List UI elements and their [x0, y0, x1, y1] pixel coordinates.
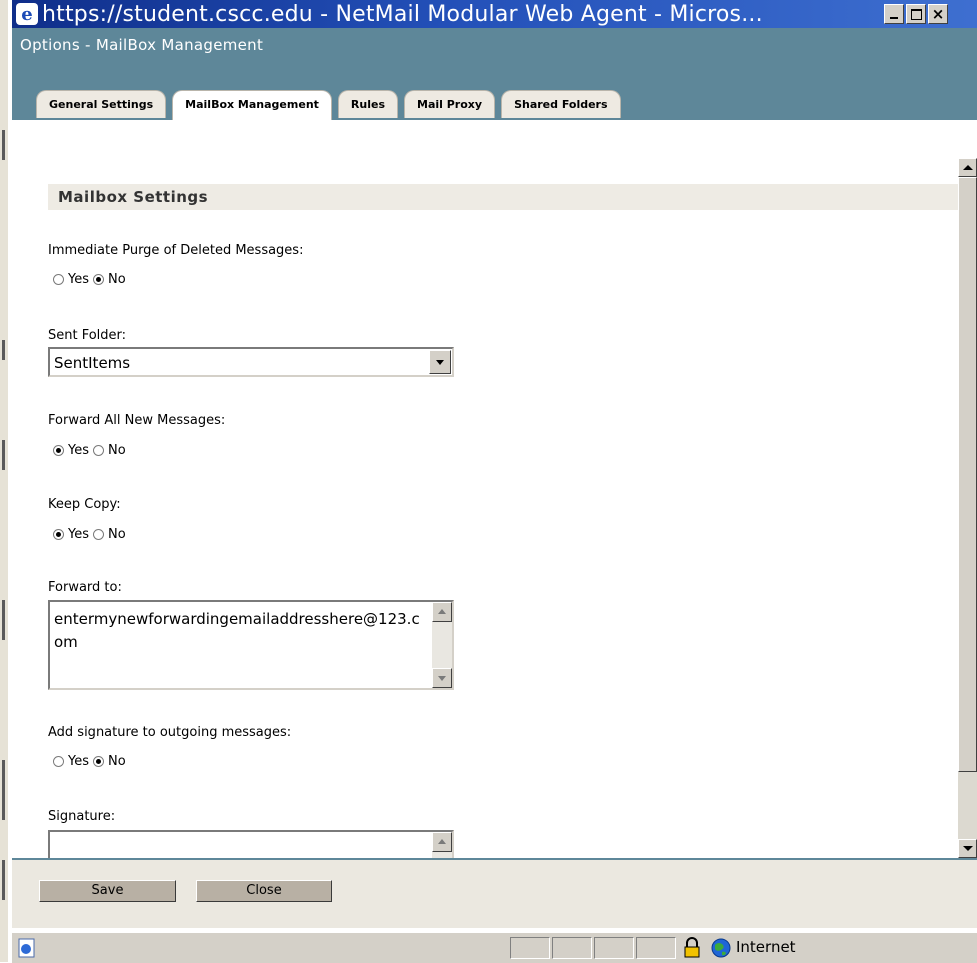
purge-label: Immediate Purge of Deleted Messages:: [48, 243, 304, 258]
options-header: Options - MailBox Management General Set…: [12, 28, 977, 120]
lock-icon: [684, 937, 700, 958]
keep-copy-no-label: No: [108, 527, 126, 542]
scroll-up-icon[interactable]: [432, 832, 452, 852]
forward-to-value: entermynewforwardingemailaddresshere@123…: [54, 610, 420, 651]
chevron-down-icon[interactable]: [429, 350, 451, 374]
purge-radio-group: Yes No: [53, 272, 130, 287]
purge-yes-radio[interactable]: [53, 274, 64, 285]
keep-copy-yes-label: Yes: [68, 527, 89, 542]
scroll-up-icon[interactable]: [958, 158, 977, 177]
signature-scrollbar[interactable]: [432, 832, 452, 858]
add-signature-no-label: No: [108, 754, 126, 769]
purge-yes-label: Yes: [68, 272, 89, 287]
page-icon: [18, 938, 35, 958]
window-title: https://student.cscc.edu - NetMail Modul…: [42, 1, 763, 27]
section-title: Mailbox Settings: [48, 184, 958, 210]
button-bar: Save Close: [12, 858, 977, 928]
signature-textarea[interactable]: [48, 830, 454, 858]
page-scrollbar[interactable]: [958, 158, 977, 858]
tab-rules[interactable]: Rules: [337, 90, 398, 118]
tab-shared-folders[interactable]: Shared Folders: [501, 90, 621, 118]
settings-form: Mailbox Settings Immediate Purge of Dele…: [12, 120, 958, 858]
scroll-down-icon[interactable]: [432, 668, 452, 688]
globe-icon: [711, 938, 731, 958]
add-signature-radio-group: Yes No: [53, 754, 130, 769]
keep-copy-radio-group: Yes No: [53, 527, 130, 542]
forward-all-label: Forward All New Messages:: [48, 413, 226, 428]
scroll-thumb[interactable]: [958, 177, 977, 772]
ie-icon: e: [16, 3, 38, 25]
scroll-up-icon[interactable]: [432, 602, 452, 622]
forward-all-no-label: No: [108, 443, 126, 458]
forward-all-no-radio[interactable]: [93, 445, 104, 456]
add-signature-yes-label: Yes: [68, 754, 89, 769]
tab-general-settings[interactable]: General Settings: [36, 90, 167, 118]
add-signature-no-radio[interactable]: [93, 756, 104, 767]
sent-folder-value: SentItems: [54, 354, 131, 372]
purge-no-label: No: [108, 272, 126, 287]
security-zone: Internet: [736, 938, 796, 956]
maximize-button[interactable]: [906, 4, 926, 24]
forward-all-yes-radio[interactable]: [53, 445, 64, 456]
purge-no-radio[interactable]: [93, 274, 104, 285]
keep-copy-label: Keep Copy:: [48, 497, 121, 512]
status-panel: [552, 937, 592, 959]
window-title-bar[interactable]: e https://student.cscc.edu - NetMail Mod…: [12, 0, 977, 28]
status-panel: [594, 937, 634, 959]
minimize-button[interactable]: [884, 4, 904, 24]
tab-bar: General Settings MailBox Management Rule…: [36, 90, 627, 120]
signature-label: Signature:: [48, 809, 116, 824]
page-title: Options - MailBox Management: [20, 36, 264, 54]
close-button[interactable]: Close: [196, 880, 332, 902]
add-signature-yes-radio[interactable]: [53, 756, 64, 767]
forward-to-scrollbar[interactable]: [432, 602, 452, 688]
tab-mail-proxy[interactable]: Mail Proxy: [404, 90, 496, 118]
status-panel: [510, 937, 550, 959]
desktop-edge: [0, 0, 8, 962]
forward-to-label: Forward to:: [48, 580, 122, 595]
scroll-down-icon[interactable]: [958, 839, 977, 858]
sent-folder-label: Sent Folder:: [48, 328, 127, 343]
tab-mailbox-management[interactable]: MailBox Management: [172, 90, 332, 120]
forward-all-yes-label: Yes: [68, 443, 89, 458]
status-bar: Internet: [12, 932, 977, 963]
keep-copy-no-radio[interactable]: [93, 529, 104, 540]
save-button[interactable]: Save: [39, 880, 176, 902]
add-signature-label: Add signature to outgoing messages:: [48, 725, 292, 740]
close-window-button[interactable]: ×: [928, 4, 948, 24]
forward-all-radio-group: Yes No: [53, 443, 130, 458]
sent-folder-select[interactable]: SentItems: [48, 347, 454, 377]
keep-copy-yes-radio[interactable]: [53, 529, 64, 540]
status-panel: [636, 937, 676, 959]
forward-to-textarea[interactable]: entermynewforwardingemailaddresshere@123…: [48, 600, 454, 690]
